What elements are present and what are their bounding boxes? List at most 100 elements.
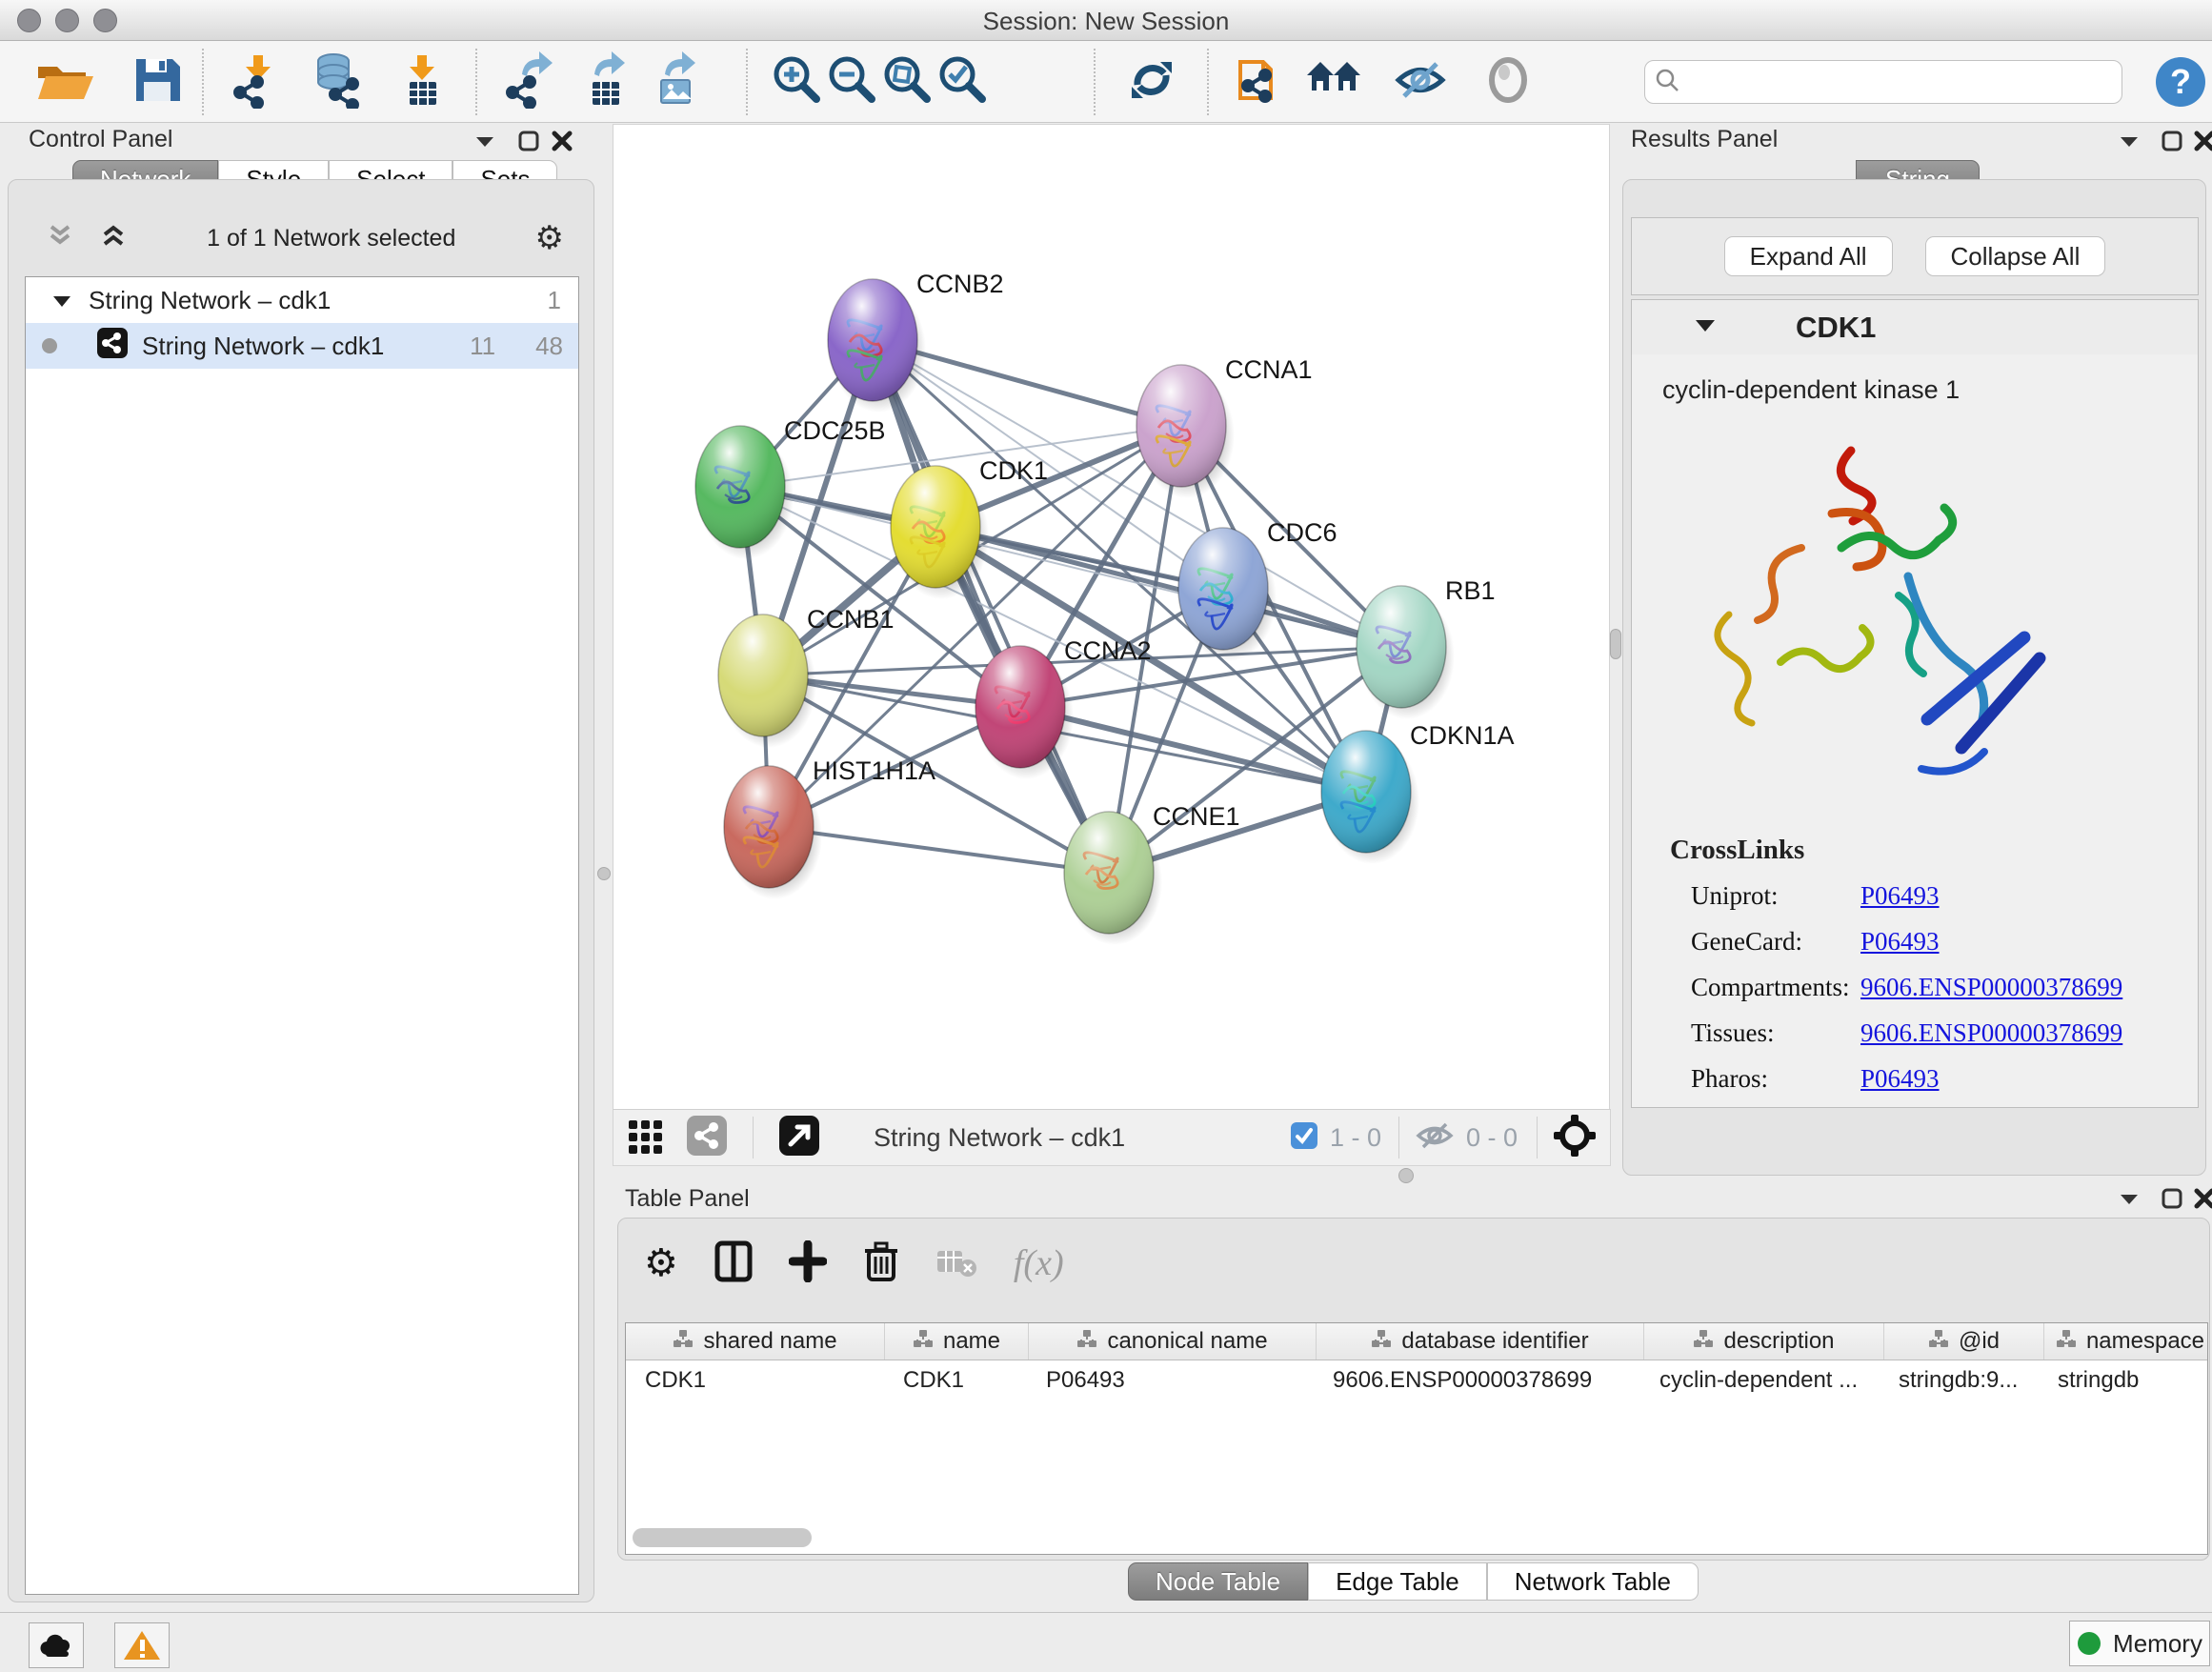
node-CCNE1[interactable]: CCNE1 [1064, 802, 1240, 945]
node-label-CDC25B: CDC25B [784, 416, 886, 445]
bottom-splitter-handle[interactable] [1398, 1168, 1414, 1183]
crosslink-label: Uniprot: [1691, 881, 1860, 911]
crosslink-label: Pharos: [1691, 1064, 1860, 1094]
gene-section-header[interactable]: CDK1 [1631, 299, 2199, 356]
collapse-all-button[interactable]: Collapse All [1925, 236, 2106, 276]
crosslink-link[interactable]: P06493 [1860, 927, 1940, 957]
column-header-namespace[interactable]: namespace [2044, 1323, 2208, 1360]
node-RB1[interactable]: RB1 [1357, 576, 1496, 719]
first-neighbors-button[interactable] [1307, 52, 1366, 111]
tab-edge-table[interactable]: Edge Table [1308, 1562, 1487, 1601]
zoom-fit-button[interactable] [878, 52, 937, 111]
table-horizontal-scrollbar[interactable] [633, 1528, 812, 1547]
zoom-in-button[interactable] [768, 52, 827, 111]
cloud-button[interactable] [29, 1622, 84, 1668]
table-settings-gear-icon[interactable]: ⚙ [644, 1241, 678, 1285]
hide-selection-button[interactable] [1391, 52, 1450, 111]
column-header-canonical-name[interactable]: canonical name [1029, 1323, 1317, 1360]
zoom-selected-button[interactable] [934, 52, 993, 111]
control-panel-float-icon[interactable] [517, 130, 540, 157]
node-table[interactable]: shared namenamecanonical namedatabase id… [625, 1322, 2208, 1555]
node-HIST1H1A[interactable]: HIST1H1A [724, 756, 935, 899]
control-panel-close-icon[interactable] [551, 130, 573, 157]
column-type-icon [913, 1328, 934, 1355]
column-header-shared-name[interactable]: shared name [626, 1323, 885, 1360]
expand-all-button[interactable]: Expand All [1724, 236, 1893, 276]
network-graph[interactable]: CCNB2 CCNA1 CDC25B CDK1 CDC6RB1 CCNB1 CCNA2 CDK… [613, 125, 1609, 1110]
hidden-eye-icon[interactable] [1415, 1119, 1455, 1157]
add-column-icon[interactable] [789, 1240, 827, 1287]
results-panel-menu-icon[interactable] [2119, 133, 2140, 153]
export-image-button[interactable] [646, 52, 705, 111]
network-options-gear-icon[interactable]: ⚙ [535, 219, 564, 257]
column-header-id[interactable]: @id [1884, 1323, 2044, 1360]
node-label-CDKN1A: CDKN1A [1410, 721, 1515, 750]
tab-network-table[interactable]: Network Table [1487, 1562, 1699, 1601]
memory-button[interactable]: Memory [2069, 1621, 2210, 1666]
network-row[interactable]: String Network – cdk1 11 48 [26, 323, 578, 369]
node-CDKN1A[interactable]: CDKN1A [1321, 721, 1515, 864]
selected-checkbox-icon[interactable] [1290, 1121, 1318, 1155]
zoom-out-button[interactable] [823, 52, 882, 111]
help-button[interactable]: ? [2155, 56, 2206, 112]
tree-expander-icon[interactable] [52, 286, 71, 315]
table-panel-menu-icon[interactable] [2119, 1191, 2140, 1211]
collapse-all-networks-icon[interactable] [46, 223, 74, 254]
network-view-icon[interactable] [686, 1115, 728, 1161]
node-CCNA1[interactable]: CCNA1 [1136, 355, 1313, 498]
network-collection-row[interactable]: String Network – cdk1 1 [26, 277, 578, 323]
crosslinks-title: CrossLinks [1670, 835, 2198, 866]
right-splitter-handle[interactable] [1610, 629, 1621, 659]
node-CCNA2[interactable]: CCNA2 [975, 636, 1152, 779]
results-panel-title: Results Panel [1631, 126, 1778, 153]
import-table-button[interactable] [392, 52, 452, 111]
first-neighbors-icon [1305, 56, 1368, 109]
crosslink-link[interactable]: 9606.ENSP00000378699 [1860, 1018, 2122, 1048]
import-network-database-button[interactable] [307, 52, 366, 111]
node-label-CCNB1: CCNB1 [807, 605, 895, 634]
table-cell: 9606.ENSP00000378699 [1314, 1367, 1640, 1394]
warning-button[interactable] [114, 1622, 170, 1668]
control-panel-menu-icon[interactable] [474, 133, 495, 153]
tab-node-table[interactable]: Node Table [1128, 1562, 1308, 1601]
node-CDC6[interactable]: CDC6 [1178, 518, 1337, 661]
show-all-button[interactable] [1478, 52, 1538, 111]
edge-CCNB2-CCNE1[interactable] [873, 340, 1109, 873]
export-table-button[interactable] [575, 52, 634, 111]
crosslink-row: Uniprot: P06493 [1691, 881, 2198, 911]
table-panel-float-icon[interactable] [2161, 1187, 2183, 1215]
results-panel-float-icon[interactable] [2161, 130, 2183, 157]
open-file-button[interactable] [34, 52, 93, 111]
node-label-CCNA2: CCNA2 [1064, 636, 1152, 665]
results-panel-close-icon[interactable] [2193, 130, 2212, 157]
import-network-file-button[interactable] [229, 52, 288, 111]
crosslink-link[interactable]: P06493 [1860, 881, 1940, 911]
column-header-database-identifier[interactable]: database identifier [1317, 1323, 1644, 1360]
delete-column-trash-icon[interactable] [863, 1239, 899, 1288]
column-type-icon [1928, 1328, 1949, 1355]
crosslink-link[interactable]: 9606.ENSP00000378699 [1860, 973, 2122, 1002]
refresh-view-button[interactable] [1122, 52, 1181, 111]
grid-view-icon[interactable] [627, 1117, 665, 1159]
table-row[interactable]: CDK1CDK1P064939606.ENSP00000378699cyclin… [626, 1360, 2207, 1400]
search-input[interactable] [1689, 68, 2122, 96]
birdseye-icon[interactable] [1553, 1114, 1597, 1162]
table-panel-close-icon[interactable] [2193, 1187, 2212, 1215]
save-session-button[interactable] [128, 52, 187, 111]
expand-all-networks-icon[interactable] [99, 223, 128, 254]
column-header-name[interactable]: name [885, 1323, 1029, 1360]
new-network-from-selection-button[interactable] [1231, 52, 1290, 111]
export-network-button[interactable] [503, 52, 562, 111]
show-columns-icon[interactable] [714, 1240, 753, 1287]
node-CDC25B[interactable]: CDC25B [695, 416, 886, 559]
hide-selection-icon [1393, 56, 1448, 109]
crosslink-link[interactable]: P06493 [1860, 1064, 1940, 1094]
column-header-description[interactable]: description [1644, 1323, 1884, 1360]
node-CCNB1[interactable]: CCNB1 [718, 605, 895, 748]
detach-view-icon[interactable] [778, 1115, 820, 1161]
section-expander-icon[interactable] [1695, 317, 1716, 338]
network-canvas[interactable]: CCNB2 CCNA1 CDC25B CDK1 CDC6RB1 CCNB1 CCNA2 CDK… [613, 124, 1610, 1111]
left-splitter-handle[interactable] [597, 867, 611, 880]
node-CCNB2[interactable]: CCNB2 [828, 270, 1004, 413]
node-label-CDK1: CDK1 [979, 456, 1048, 485]
